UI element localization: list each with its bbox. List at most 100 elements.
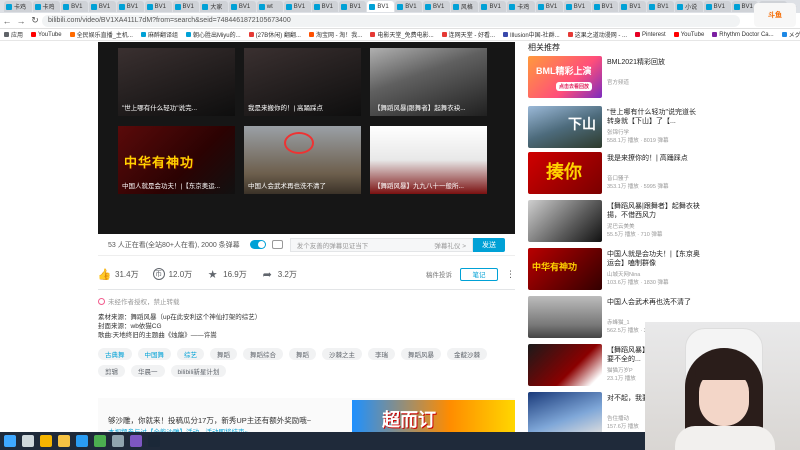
- activity-image[interactable]: 超而订: [352, 400, 515, 432]
- video-tag[interactable]: 金靛沙棘: [447, 348, 487, 360]
- uploader-name[interactable]: 官方频道: [607, 78, 629, 86]
- recommended-video[interactable]: 中华有神功 中国人就是会功夫！|【东京奥运会】嗑制群像 山城天网Nina 103.6万…: [528, 248, 800, 292]
- browser-tab[interactable]: 大家: [200, 1, 228, 12]
- browser-tab[interactable]: BV1: [395, 1, 423, 12]
- video-thumbnail[interactable]: [528, 392, 602, 434]
- back-icon[interactable]: ←: [0, 16, 14, 26]
- files-icon[interactable]: [58, 435, 70, 447]
- uploader-name[interactable]: 猫猫万岁P: [607, 366, 633, 374]
- browser-tab[interactable]: BV1: [703, 1, 731, 12]
- browser-tab[interactable]: BV1: [535, 1, 563, 12]
- uploader-name[interactable]: 山城天网Nina: [607, 270, 640, 278]
- bookmark-item[interactable]: 全民娱乐直播_主机...: [69, 30, 133, 39]
- browser-tab[interactable]: BV1: [88, 1, 116, 12]
- recommended-title[interactable]: 【舞蹈风暴|跟舞者】起舞衣袂揚，不借西风力: [607, 202, 702, 220]
- recommended-video[interactable]: 揍你 我是来撩你的！| 高踊踩点 音口骚子 353.1万 播放 · 5995 弹幕: [528, 152, 800, 196]
- forward-icon[interactable]: →: [14, 16, 28, 26]
- bookmark-item[interactable]: 淘宝网 - 淘！我...: [308, 30, 362, 39]
- browser-tab[interactable]: 卡鸡: [32, 1, 61, 12]
- video-thumbnail[interactable]: 中华有神功: [528, 248, 602, 290]
- bookmark-item[interactable]: 这果之道动漫网 - ...: [567, 30, 627, 39]
- browser-tab[interactable]: BV1: [619, 1, 647, 12]
- chrome-icon[interactable]: [40, 435, 52, 447]
- danmaku-etiquette-link[interactable]: 弹幕礼仪 >: [434, 240, 466, 250]
- video-thumbnail[interactable]: 下山: [528, 106, 602, 148]
- video-tag[interactable]: 剪辑: [98, 365, 125, 377]
- bookmark-item[interactable]: YouTube: [673, 32, 704, 38]
- video-tag[interactable]: bilibili新星计划: [170, 365, 227, 377]
- browser-tab[interactable]: BV1: [144, 1, 172, 12]
- end-screen-video[interactable]: "世上哪有什么轻功"说完...: [118, 48, 235, 116]
- share-button[interactable]: ➦ 3.2万: [261, 268, 297, 281]
- browser-tab[interactable]: BV1: [647, 1, 675, 12]
- browser-tab[interactable]: BV1: [479, 1, 507, 12]
- browser-tab[interactable]: 卡鸡: [507, 1, 535, 12]
- bookmark-item[interactable]: 麻醉翻译组: [140, 30, 178, 39]
- browser-tab[interactable]: BV1: [563, 1, 591, 12]
- bookmark-item[interactable]: 应用: [4, 30, 23, 39]
- browser-tab[interactable]: 卡鸡: [4, 1, 32, 12]
- uploader-name[interactable]: 泥巴云美美: [607, 222, 635, 230]
- video-tag[interactable]: 沙棘之主: [322, 348, 362, 360]
- app6-icon[interactable]: [112, 435, 124, 447]
- browser-tab[interactable]: BV1: [367, 1, 395, 12]
- video-player[interactable]: "世上哪有什么轻功"说完... 我是来搬你的！| 高踊踩点 【舞蹈风暴|跟舞者】起舞…: [98, 42, 515, 234]
- more-icon[interactable]: ⋮: [506, 269, 515, 280]
- video-tag[interactable]: 古典舞: [98, 348, 132, 360]
- browser-tab[interactable]: wt: [256, 1, 283, 12]
- windows-icon[interactable]: [4, 435, 16, 447]
- video-tag[interactable]: 李瑞: [368, 348, 395, 360]
- mail-icon[interactable]: [94, 435, 106, 447]
- edge-icon[interactable]: [76, 435, 88, 447]
- browser-tab[interactable]: BV1: [339, 1, 367, 12]
- video-tag[interactable]: 舞蹈综合: [243, 348, 283, 360]
- danmaku-input[interactable]: 发个友善的弹幕见证当下 弹幕礼仪 >: [289, 237, 473, 252]
- bookmark-item[interactable]: メグラネーター 2...: [781, 30, 800, 39]
- uploader-name[interactable]: 告住播动: [607, 414, 629, 422]
- recommended-video[interactable]: 【舞蹈风暴|跟舞者】起舞衣袂揚，不借西风力 泥巴云美美 55.5万 播放 · 710…: [528, 200, 800, 244]
- reload-icon[interactable]: ↻: [28, 15, 42, 26]
- browser-tab[interactable]: BV1: [311, 1, 339, 12]
- danmaku-settings-icon[interactable]: [271, 240, 283, 249]
- browser-tab[interactable]: BV1: [228, 1, 256, 12]
- browser-tab[interactable]: BV1: [591, 1, 619, 12]
- browser-tab[interactable]: 小说: [675, 1, 703, 12]
- send-danmaku-button[interactable]: 发送: [473, 237, 505, 252]
- video-tag[interactable]: 舞蹈: [289, 348, 316, 360]
- bookmark-item[interactable]: (27B休闲) 翻翻...: [248, 30, 301, 39]
- recommended-title[interactable]: "世上哪有什么轻功"说完道长转身就【下山】了【...: [607, 108, 702, 126]
- recommended-video[interactable]: BML精彩上演 点击去看回放 BML2021精彩回放 官方频道: [528, 56, 800, 100]
- video-tag[interactable]: 中国舞: [137, 348, 171, 360]
- bookmark-item[interactable]: YouTube: [31, 32, 62, 38]
- recommended-title[interactable]: 中国人就是会功夫！|【东京奥运会】嗑制群像: [607, 250, 702, 268]
- bookmark-item[interactable]: Pinterest: [635, 32, 666, 38]
- bookmark-item[interactable]: Illusion中国-社群...: [503, 30, 560, 39]
- video-tag[interactable]: 舞蹈风暴: [401, 348, 441, 360]
- danmaku-toggle[interactable]: [249, 240, 266, 249]
- search-icon[interactable]: [22, 435, 34, 447]
- bookmark-item[interactable]: Rhythm Doctor Ca...: [712, 32, 774, 38]
- like-button[interactable]: 👍 31.4万: [98, 268, 139, 281]
- browser-tab[interactable]: BV1: [283, 1, 311, 12]
- video-tag[interactable]: 舞蹈: [210, 348, 237, 360]
- bookmark-item[interactable]: 朝心胜出Miyu的...: [185, 30, 241, 39]
- bookmark-item[interactable]: 电影天堂_免费电影...: [370, 30, 434, 39]
- recommended-video[interactable]: 下山 "世上哪有什么轻功"说完道长转身就【下山】了【... 张锦行学 558.1万 播…: [528, 106, 800, 150]
- note-button[interactable]: 笔记: [460, 267, 498, 281]
- end-screen-video[interactable]: 中华有神功 中国人就是会功夫！|【东京奥运...: [118, 126, 235, 194]
- url-field[interactable]: bilibili.com/video/BV1XA411L7dM?from=sea…: [42, 14, 740, 27]
- end-screen-video[interactable]: 【舞蹈风暴|跟舞者】起舞衣袂...: [370, 48, 487, 116]
- video-tag[interactable]: 综艺: [177, 348, 204, 360]
- video-thumbnail[interactable]: [528, 344, 602, 386]
- uploader-name[interactable]: 赤峰猫_1: [607, 318, 630, 326]
- end-screen-video[interactable]: 我是来搬你的！| 高踊踩点: [244, 48, 361, 116]
- recommended-title[interactable]: BML2021精彩回放: [607, 58, 702, 67]
- end-screen-video[interactable]: 【舞蹈风暴】九九八十一般所...: [370, 126, 487, 194]
- bookmark-item[interactable]: 连网天堂 - 好看...: [441, 30, 495, 39]
- recommended-title[interactable]: 中国人会武术再也洗不清了: [607, 298, 702, 307]
- video-thumbnail[interactable]: [528, 200, 602, 242]
- video-thumbnail[interactable]: BML精彩上演 点击去看回放: [528, 56, 602, 98]
- coin-button[interactable]: 币 12.0万: [152, 268, 192, 280]
- browser-tab[interactable]: BV1: [423, 1, 450, 12]
- recommended-title[interactable]: 我是来撩你的！| 高踊踩点: [607, 154, 702, 163]
